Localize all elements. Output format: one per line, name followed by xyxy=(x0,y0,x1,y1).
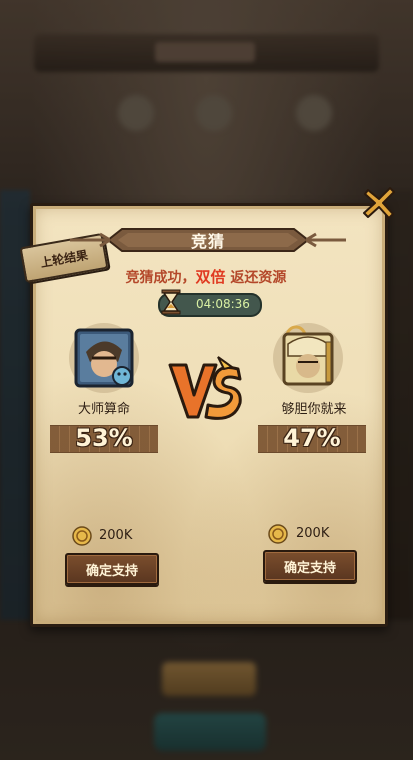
hourglass-icon xyxy=(161,289,181,315)
cost-left: 200K xyxy=(99,528,133,543)
panel-title: 竞猜 xyxy=(190,232,225,251)
vote-percent-right: 47% xyxy=(283,424,341,452)
ribbon-ornament-left xyxy=(70,232,110,248)
reward-text-2: 返还资源 xyxy=(225,270,287,286)
ribbon-ornament-right xyxy=(306,232,346,248)
close-icon[interactable] xyxy=(362,186,396,220)
coin-icon xyxy=(72,526,92,546)
player-name-left: 大师算命 xyxy=(77,402,130,417)
vs-emblem xyxy=(168,356,242,420)
vote-percent-left: 53% xyxy=(75,424,133,452)
cost-right: 200K xyxy=(296,526,330,541)
confirm-support-label-left: 确定支持 xyxy=(85,563,138,579)
coin-icon xyxy=(268,524,288,544)
reward-description: 竞猜成功，双倍 返还资源 xyxy=(60,266,352,287)
confirm-support-button-right[interactable]: 确定支持 xyxy=(263,550,357,582)
confirm-support-button-left[interactable]: 确定支持 xyxy=(65,553,159,585)
confirm-support-label-right: 确定支持 xyxy=(283,560,336,576)
player-name-right: 够胆你就来 xyxy=(281,402,347,417)
timer-text: 04:08:36 xyxy=(196,297,250,311)
player-avatar-right[interactable] xyxy=(272,322,344,394)
reward-highlight: 双倍 xyxy=(195,268,226,286)
player-avatar-left[interactable] xyxy=(68,322,140,394)
reward-text-1: 竞猜成功， xyxy=(125,270,196,286)
